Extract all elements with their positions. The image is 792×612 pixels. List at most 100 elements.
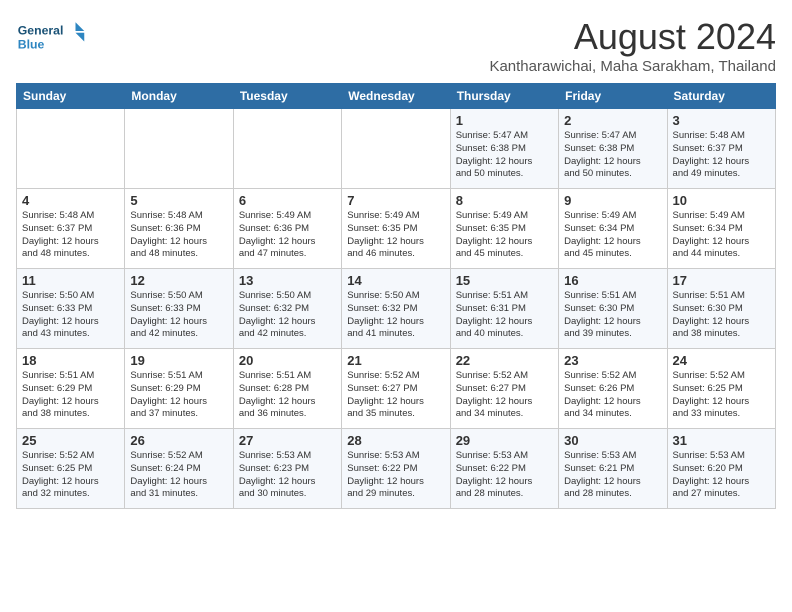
day-number: 12 — [130, 273, 227, 288]
day-number: 17 — [673, 273, 770, 288]
day-detail: Sunrise: 5:51 AM Sunset: 6:30 PM Dayligh… — [564, 290, 661, 341]
day-cell — [125, 109, 233, 189]
day-detail: Sunrise: 5:53 AM Sunset: 6:22 PM Dayligh… — [456, 450, 553, 501]
day-cell: 4Sunrise: 5:48 AM Sunset: 6:37 PM Daylig… — [17, 189, 125, 269]
day-detail: Sunrise: 5:48 AM Sunset: 6:37 PM Dayligh… — [673, 130, 770, 181]
day-cell: 30Sunrise: 5:53 AM Sunset: 6:21 PM Dayli… — [559, 429, 667, 509]
day-number: 20 — [239, 353, 336, 368]
day-detail: Sunrise: 5:53 AM Sunset: 6:20 PM Dayligh… — [673, 450, 770, 501]
day-number: 2 — [564, 113, 661, 128]
day-detail: Sunrise: 5:49 AM Sunset: 6:36 PM Dayligh… — [239, 210, 336, 261]
svg-text:Blue: Blue — [18, 38, 45, 52]
col-header-thursday: Thursday — [450, 84, 558, 109]
day-cell: 7 Sunrise: 5:49 AM Sunset: 6:35 PM Daylig… — [342, 189, 450, 269]
day-number: 9 — [564, 193, 661, 208]
calendar-header-row: SundayMondayTuesdayWednesdayThursdayFrid… — [17, 84, 776, 109]
day-number: 1 — [456, 113, 553, 128]
day-cell: 29 Sunrise: 5:53 AM Sunset: 6:22 PM Dayli… — [450, 429, 558, 509]
week-row-1: 1 Sunrise: 5:47 AM Sunset: 6:38 PM Daylig… — [17, 109, 776, 189]
day-detail: Sunrise: 5:52 AM Sunset: 6:25 PM Dayligh… — [673, 370, 770, 421]
day-cell: 10 Sunrise: 5:49 AM Sunset: 6:34 PM Dayli… — [667, 189, 775, 269]
svg-text:General: General — [18, 24, 64, 38]
day-detail: Sunrise: 5:53 AM Sunset: 6:23 PM Dayligh… — [239, 450, 336, 501]
day-detail: Sunrise: 5:47 AM Sunset: 6:38 PM Dayligh… — [564, 130, 661, 181]
day-number: 29 — [456, 433, 553, 448]
day-number: 16 — [564, 273, 661, 288]
col-header-saturday: Saturday — [667, 84, 775, 109]
col-header-wednesday: Wednesday — [342, 84, 450, 109]
day-detail: Sunrise: 5:50 AM Sunset: 6:32 PM Dayligh… — [239, 290, 336, 341]
location-subtitle: Kantharawichai, Maha Sarakham, Thailand — [489, 58, 776, 75]
day-cell: 14Sunrise: 5:50 AM Sunset: 6:32 PM Dayli… — [342, 269, 450, 349]
day-cell: 18Sunrise: 5:51 AM Sunset: 6:29 PM Dayli… — [17, 349, 125, 429]
day-cell — [17, 109, 125, 189]
day-number: 23 — [564, 353, 661, 368]
day-cell: 27 Sunrise: 5:53 AM Sunset: 6:23 PM Dayli… — [233, 429, 341, 509]
day-cell: 16 Sunrise: 5:51 AM Sunset: 6:30 PM Dayli… — [559, 269, 667, 349]
day-cell: 21 Sunrise: 5:52 AM Sunset: 6:27 PM Dayli… — [342, 349, 450, 429]
day-detail: Sunrise: 5:49 AM Sunset: 6:34 PM Dayligh… — [564, 210, 661, 261]
day-number: 5 — [130, 193, 227, 208]
day-cell: 28 Sunrise: 5:53 AM Sunset: 6:22 PM Dayli… — [342, 429, 450, 509]
day-number: 18 — [22, 353, 119, 368]
week-row-3: 11 Sunrise: 5:50 AM Sunset: 6:33 PM Dayli… — [17, 269, 776, 349]
day-detail: Sunrise: 5:49 AM Sunset: 6:35 PM Dayligh… — [347, 210, 444, 261]
day-detail: Sunrise: 5:50 AM Sunset: 6:33 PM Dayligh… — [22, 290, 119, 341]
day-number: 7 — [347, 193, 444, 208]
day-cell: 25Sunrise: 5:52 AM Sunset: 6:25 PM Dayli… — [17, 429, 125, 509]
day-number: 11 — [22, 273, 119, 288]
day-detail: Sunrise: 5:49 AM Sunset: 6:34 PM Dayligh… — [673, 210, 770, 261]
day-detail: Sunrise: 5:52 AM Sunset: 6:27 PM Dayligh… — [347, 370, 444, 421]
day-number: 10 — [673, 193, 770, 208]
day-detail: Sunrise: 5:50 AM Sunset: 6:33 PM Dayligh… — [130, 290, 227, 341]
day-detail: Sunrise: 5:51 AM Sunset: 6:29 PM Dayligh… — [130, 370, 227, 421]
day-number: 27 — [239, 433, 336, 448]
day-detail: Sunrise: 5:53 AM Sunset: 6:22 PM Dayligh… — [347, 450, 444, 501]
day-detail: Sunrise: 5:51 AM Sunset: 6:30 PM Dayligh… — [673, 290, 770, 341]
day-detail: Sunrise: 5:49 AM Sunset: 6:35 PM Dayligh… — [456, 210, 553, 261]
day-cell: 24 Sunrise: 5:52 AM Sunset: 6:25 PM Dayli… — [667, 349, 775, 429]
day-cell: 20 Sunrise: 5:51 AM Sunset: 6:28 PM Dayli… — [233, 349, 341, 429]
day-detail: Sunrise: 5:51 AM Sunset: 6:28 PM Dayligh… — [239, 370, 336, 421]
col-header-sunday: Sunday — [17, 84, 125, 109]
day-detail: Sunrise: 5:53 AM Sunset: 6:21 PM Dayligh… — [564, 450, 661, 501]
day-cell: 3 Sunrise: 5:48 AM Sunset: 6:37 PM Daylig… — [667, 109, 775, 189]
day-detail: Sunrise: 5:52 AM Sunset: 6:27 PM Dayligh… — [456, 370, 553, 421]
day-cell: 22 Sunrise: 5:52 AM Sunset: 6:27 PM Dayli… — [450, 349, 558, 429]
day-cell: 26Sunrise: 5:52 AM Sunset: 6:24 PM Dayli… — [125, 429, 233, 509]
week-row-2: 4Sunrise: 5:48 AM Sunset: 6:37 PM Daylig… — [17, 189, 776, 269]
day-cell: 17 Sunrise: 5:51 AM Sunset: 6:30 PM Dayli… — [667, 269, 775, 349]
day-number: 24 — [673, 353, 770, 368]
day-cell: 1 Sunrise: 5:47 AM Sunset: 6:38 PM Daylig… — [450, 109, 558, 189]
day-number: 19 — [130, 353, 227, 368]
day-cell: 15Sunrise: 5:51 AM Sunset: 6:31 PM Dayli… — [450, 269, 558, 349]
day-detail: Sunrise: 5:48 AM Sunset: 6:36 PM Dayligh… — [130, 210, 227, 261]
day-cell: 5 Sunrise: 5:48 AM Sunset: 6:36 PM Daylig… — [125, 189, 233, 269]
day-cell: 2 Sunrise: 5:47 AM Sunset: 6:38 PM Daylig… — [559, 109, 667, 189]
day-number: 8 — [456, 193, 553, 208]
day-detail: Sunrise: 5:52 AM Sunset: 6:26 PM Dayligh… — [564, 370, 661, 421]
day-number: 4 — [22, 193, 119, 208]
day-detail: Sunrise: 5:47 AM Sunset: 6:38 PM Dayligh… — [456, 130, 553, 181]
day-cell — [342, 109, 450, 189]
col-header-monday: Monday — [125, 84, 233, 109]
logo-svg: General Blue — [16, 16, 86, 60]
day-number: 22 — [456, 353, 553, 368]
title-block: August 2024 Kantharawichai, Maha Sarakha… — [489, 16, 776, 75]
col-header-tuesday: Tuesday — [233, 84, 341, 109]
month-year-title: August 2024 — [489, 16, 776, 58]
day-cell: 12 Sunrise: 5:50 AM Sunset: 6:33 PM Dayli… — [125, 269, 233, 349]
day-detail: Sunrise: 5:52 AM Sunset: 6:25 PM Dayligh… — [22, 450, 119, 501]
day-cell: 8 Sunrise: 5:49 AM Sunset: 6:35 PM Daylig… — [450, 189, 558, 269]
day-number: 6 — [239, 193, 336, 208]
day-number: 3 — [673, 113, 770, 128]
day-number: 21 — [347, 353, 444, 368]
day-detail: Sunrise: 5:50 AM Sunset: 6:32 PM Dayligh… — [347, 290, 444, 341]
day-number: 28 — [347, 433, 444, 448]
day-cell: 13Sunrise: 5:50 AM Sunset: 6:32 PM Dayli… — [233, 269, 341, 349]
page-header: General Blue August 2024 Kantharawichai,… — [16, 16, 776, 75]
day-cell — [233, 109, 341, 189]
day-cell: 23 Sunrise: 5:52 AM Sunset: 6:26 PM Dayli… — [559, 349, 667, 429]
col-header-friday: Friday — [559, 84, 667, 109]
calendar-table: SundayMondayTuesdayWednesdayThursdayFrid… — [16, 83, 776, 509]
